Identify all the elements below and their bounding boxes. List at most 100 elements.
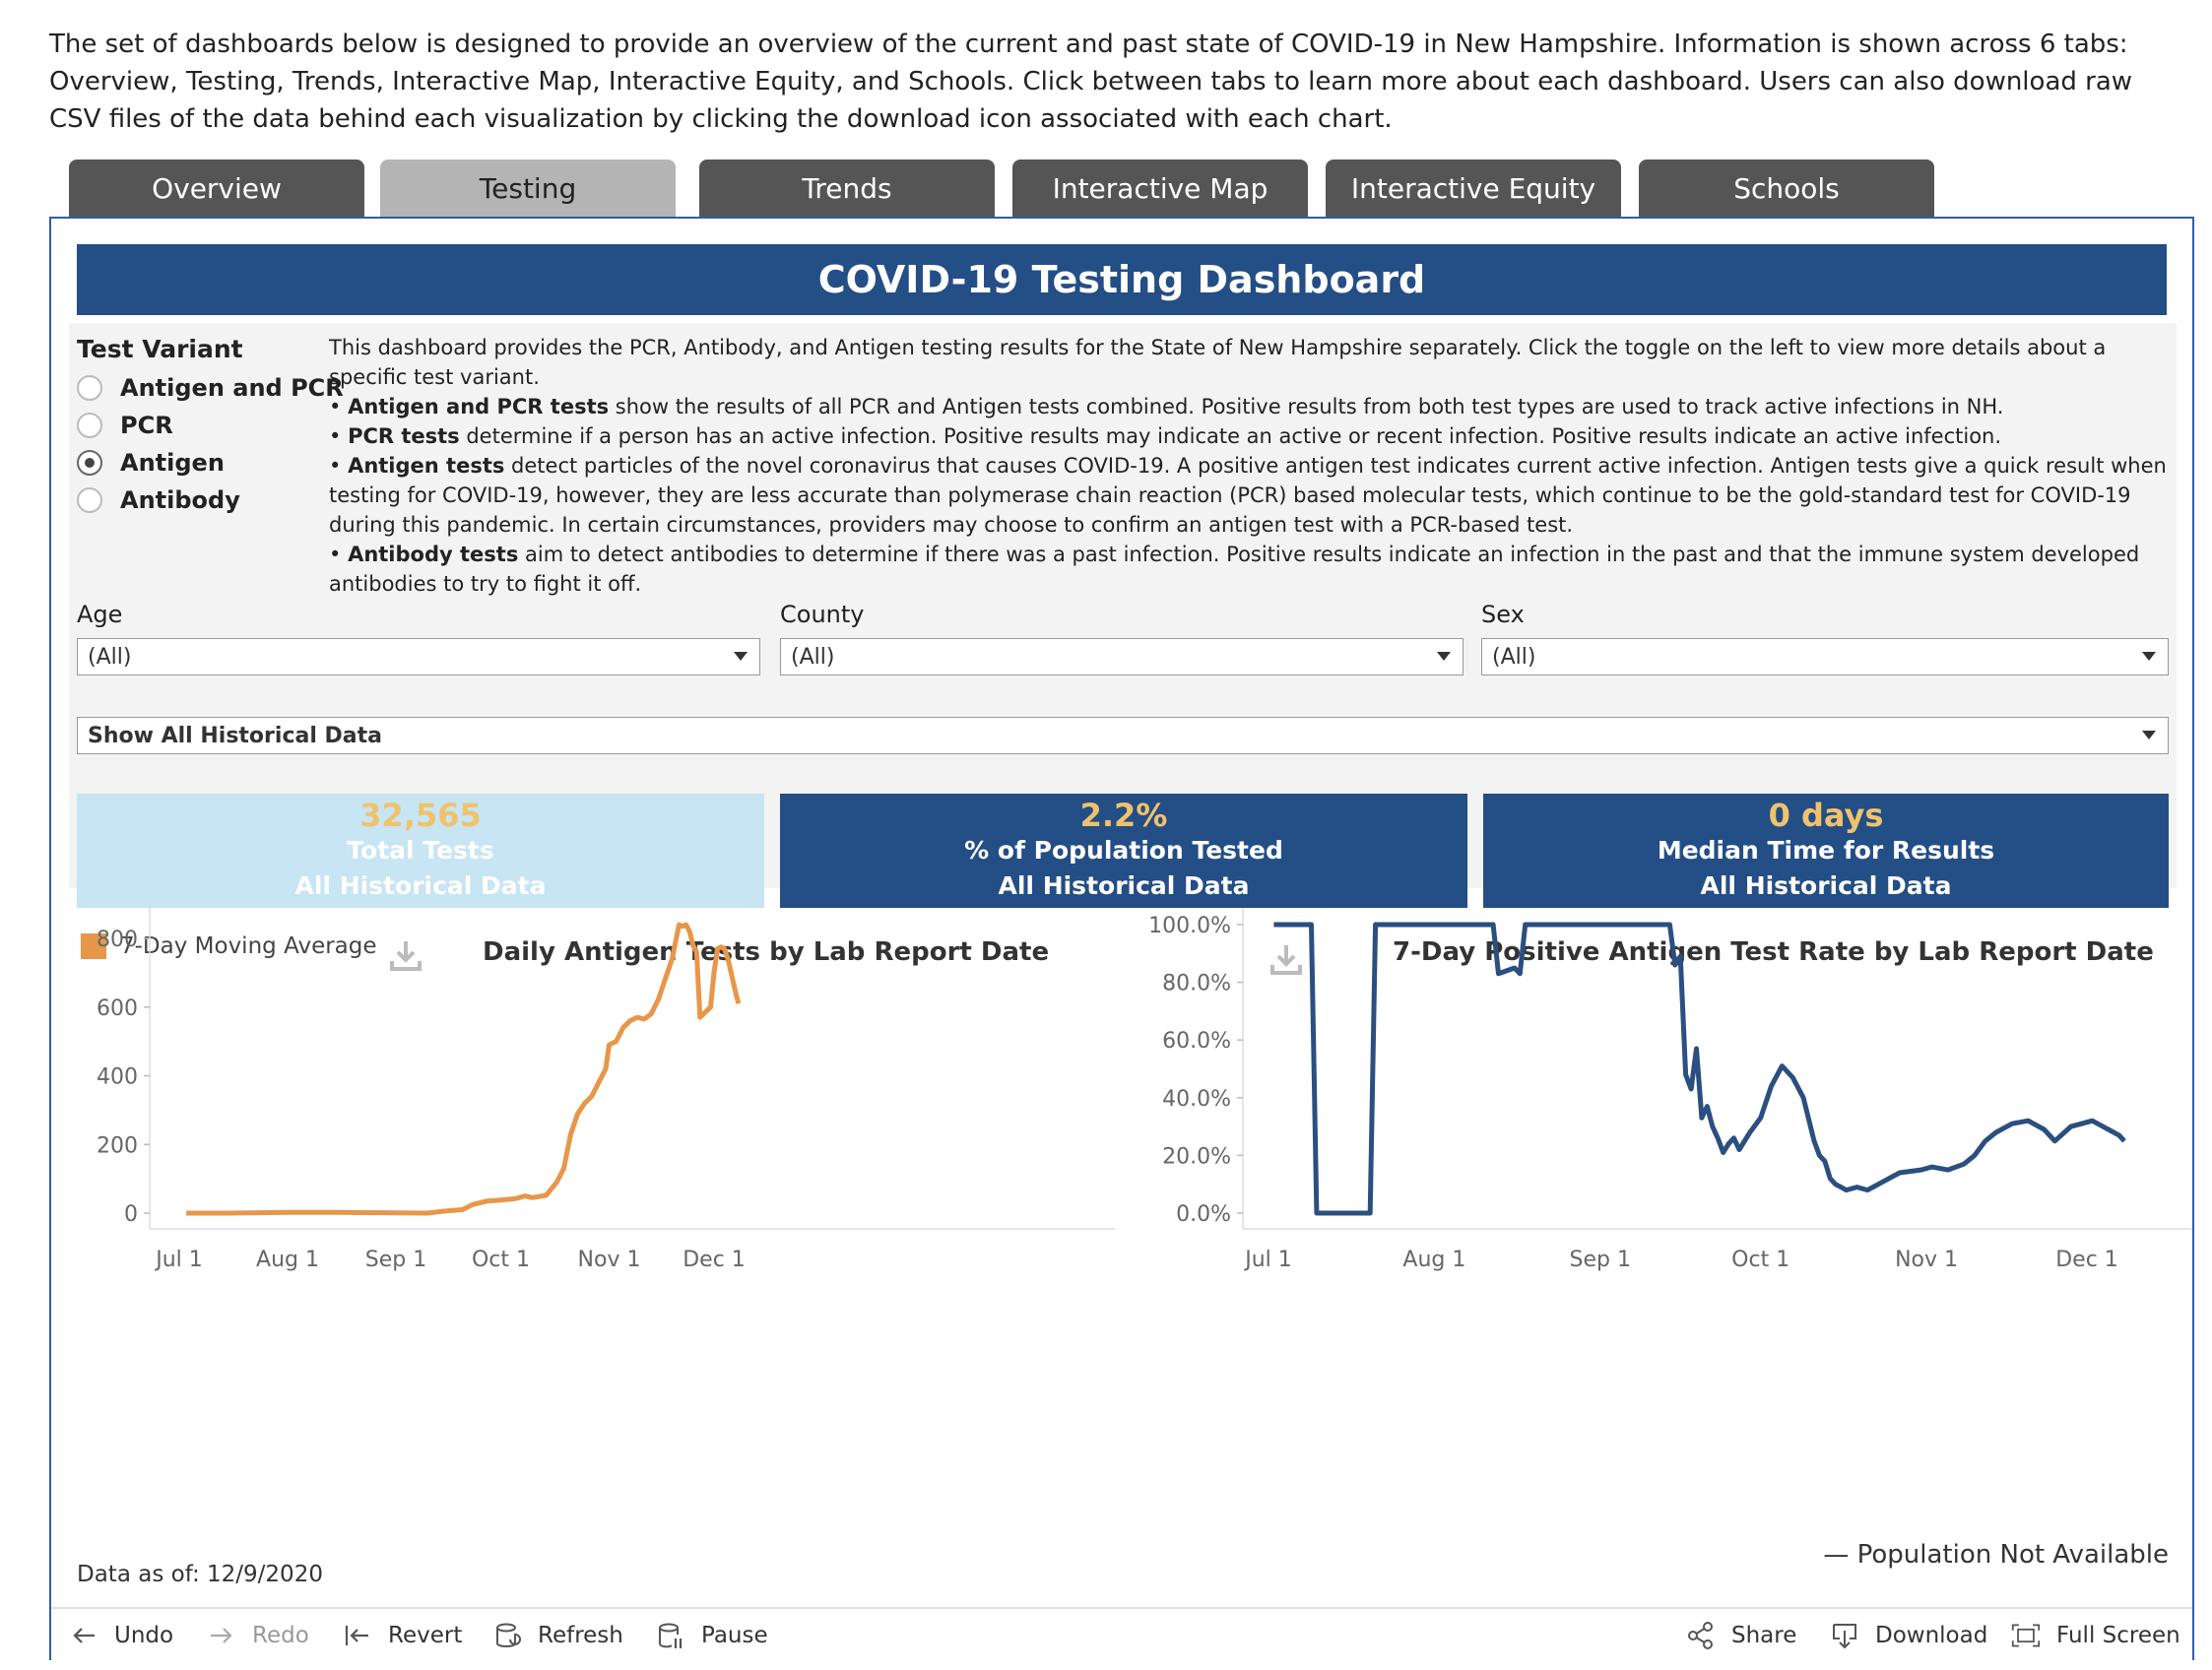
- chevron-down-icon: [1437, 652, 1451, 661]
- description-intro: This dashboard provides the PCR, Antibod…: [329, 336, 2107, 389]
- fullscreen-icon: [2011, 1624, 2041, 1647]
- kpi-value: 0 days: [1768, 797, 1884, 834]
- undo-button[interactable]: Undo: [69, 1609, 173, 1662]
- y-tick-label: 800: [97, 928, 138, 952]
- refresh-button[interactable]: Refresh: [492, 1609, 623, 1662]
- radio-antibody[interactable]: Antibody: [77, 486, 240, 514]
- refresh-icon: [496, 1623, 521, 1647]
- intro-text: The set of dashboards below is designed …: [49, 30, 2133, 134]
- radio-circle[interactable]: [77, 375, 102, 401]
- tab-trends[interactable]: Trends: [699, 160, 995, 217]
- tab-overview[interactable]: Overview: [69, 160, 364, 217]
- age-label: Age: [77, 601, 123, 628]
- tab-interactive-map[interactable]: Interactive Map: [1012, 160, 1308, 217]
- description-item-text: show the results of all PCR and Antigen …: [609, 395, 2004, 418]
- x-tick-label: Sep 1: [1570, 1248, 1631, 1272]
- radio-label: Antigen and PCR: [120, 374, 344, 402]
- redo-button[interactable]: Redo: [207, 1609, 309, 1662]
- tab-testing[interactable]: Testing: [380, 160, 676, 217]
- x-tick-label: Jul 1: [1243, 1248, 1292, 1272]
- history-dropdown[interactable]: Show All Historical Data: [77, 717, 2169, 754]
- x-tick-label: Oct 1: [472, 1248, 530, 1272]
- county-dropdown[interactable]: (All): [780, 638, 1464, 675]
- y-tick-label: 100.0%: [1148, 914, 1231, 938]
- revert-button[interactable]: Revert: [343, 1609, 462, 1662]
- chart-plot-group: 0 200 400 600 800 Jul 1 Aug 1 Sep 1 Oct 1 Nov 1 De…: [97, 908, 1115, 1272]
- data-as-of: Data as of: 12/9/2020: [77, 1562, 323, 1587]
- test-variant-title: Test Variant: [77, 335, 243, 363]
- age-dropdown[interactable]: (All): [77, 638, 760, 675]
- description-item: • Antibody tests aim to detect antibodie…: [329, 543, 2140, 596]
- kpi-label: Total Tests: [347, 836, 494, 865]
- y-tick-label: 0.0%: [1176, 1202, 1231, 1227]
- chevron-down-icon: [734, 652, 748, 661]
- radio-label: PCR: [120, 412, 173, 439]
- description-item-bold: Antigen and PCR tests: [348, 395, 610, 418]
- history-dropdown-value: Show All Historical Data: [88, 723, 382, 748]
- test-description: This dashboard provides the PCR, Antibod…: [329, 333, 2167, 597]
- y-tick-label: 400: [97, 1065, 138, 1090]
- x-tick-label: Dec 1: [2055, 1248, 2118, 1272]
- radio-label: Antibody: [120, 486, 240, 514]
- description-item-text: aim to detect antibodies to determine if…: [329, 543, 2140, 596]
- radio-label: Antigen: [120, 449, 225, 477]
- fullscreen-button[interactable]: Full Screen: [2011, 1609, 2180, 1662]
- description-item: • PCR tests determine if a person has an…: [329, 424, 2002, 448]
- fullscreen-label: Full Screen: [2056, 1623, 2180, 1648]
- kpi-value: 2.2%: [1079, 797, 1168, 834]
- y-tick-label: 80.0%: [1162, 972, 1231, 996]
- revert-label: Revert: [388, 1623, 463, 1648]
- positive-rate-chart: 0.0% 20.0% 40.0% 60.0% 80.0% 100.0% Jul 1 Aug 1…: [1148, 908, 2192, 1272]
- x-tick-label: Dec 1: [683, 1248, 746, 1272]
- undo-label: Undo: [114, 1623, 174, 1648]
- arrow-left-icon: [73, 1628, 95, 1643]
- y-tick-label: 20.0%: [1162, 1144, 1231, 1169]
- chart-plot-group: 0.0% 20.0% 40.0% 60.0% 80.0% 100.0% Jul 1 Aug 1…: [1148, 908, 2192, 1272]
- y-tick-label: 600: [97, 996, 138, 1021]
- x-tick-label: Aug 1: [256, 1248, 319, 1272]
- share-label: Share: [1731, 1623, 1797, 1648]
- revert-icon: [345, 1626, 368, 1645]
- daily-tests-chart: 0 200 400 600 800 Jul 1 Aug 1 Sep 1 Oct 1 Nov 1 De…: [97, 908, 1115, 1272]
- description-item-bold: PCR tests: [348, 424, 460, 448]
- description-item: • Antigen and PCR tests show the results…: [329, 395, 2004, 418]
- kpi-label: Median Time for Results: [1657, 836, 1995, 865]
- description-item-bold: Antibody tests: [348, 543, 519, 566]
- radio-antigen[interactable]: Antigen: [77, 449, 225, 477]
- x-tick-label: Oct 1: [1731, 1248, 1789, 1272]
- chevron-down-icon: [2142, 652, 2156, 661]
- download-button[interactable]: Download: [1830, 1609, 1987, 1662]
- pause-button[interactable]: Pause: [656, 1609, 768, 1662]
- dashboard-banner: COVID-19 Testing Dashboard: [77, 244, 2167, 315]
- radio-circle-selected[interactable]: [77, 450, 102, 476]
- radio-circle[interactable]: [77, 413, 102, 438]
- y-tick-label: 200: [97, 1133, 138, 1158]
- description-item-text: determine if a person has an active infe…: [459, 424, 2002, 448]
- description-item: • Antigen tests detect particles of the …: [329, 454, 2167, 537]
- x-tick-label: Nov 1: [578, 1248, 641, 1272]
- age-dropdown-value: (All): [88, 644, 132, 670]
- tab-interactive-equity[interactable]: Interactive Equity: [1326, 160, 1621, 217]
- y-tick-label: 40.0%: [1162, 1087, 1231, 1112]
- arrow-right-icon: [211, 1628, 232, 1643]
- sex-label: Sex: [1481, 601, 1525, 628]
- dashboard-frame: COVID-19 Testing Dashboard Test Variant …: [49, 217, 2194, 1660]
- sex-dropdown-value: (All): [1492, 644, 1536, 670]
- tab-schools[interactable]: Schools: [1639, 160, 1934, 217]
- sex-dropdown[interactable]: (All): [1481, 638, 2169, 675]
- x-tick-label: Jul 1: [154, 1248, 203, 1272]
- redo-label: Redo: [252, 1623, 309, 1648]
- download-icon: [1833, 1624, 1856, 1649]
- y-tick-label: 0: [124, 1202, 138, 1227]
- pause-icon: [659, 1623, 683, 1648]
- radio-circle[interactable]: [77, 487, 102, 513]
- share-button[interactable]: Share: [1686, 1609, 1796, 1662]
- county-dropdown-value: (All): [791, 644, 835, 670]
- x-tick-label: Aug 1: [1402, 1248, 1465, 1272]
- radio-pcr[interactable]: PCR: [77, 412, 173, 439]
- download-label: Download: [1875, 1623, 1988, 1648]
- kpi-value: 32,565: [359, 797, 482, 834]
- radio-antigen-and-pcr[interactable]: Antigen and PCR: [77, 374, 344, 402]
- kpi-label: % of Population Tested: [964, 836, 1283, 865]
- county-label: County: [780, 601, 865, 628]
